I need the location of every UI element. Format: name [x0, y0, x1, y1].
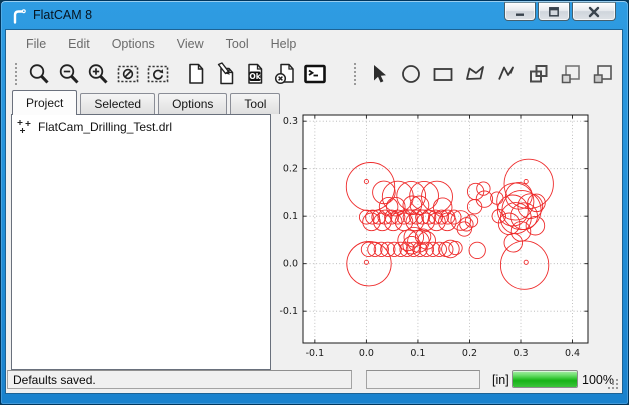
menu-bar: File Edit Options View Tool Help — [7, 31, 621, 57]
replot-icon — [146, 62, 170, 86]
edit-geometry-button[interactable] — [213, 60, 239, 88]
polygon-intersection-button[interactable] — [557, 60, 585, 88]
intersection-icon — [559, 62, 583, 86]
drill-file-icon — [17, 119, 32, 134]
progress-bar — [512, 370, 578, 388]
add-circle-button[interactable] — [397, 60, 425, 88]
toolbar-drag-handle[interactable] — [15, 63, 20, 85]
edit-document-icon — [214, 62, 238, 86]
menu-tool[interactable]: Tool — [215, 31, 260, 57]
clear-plot-button[interactable] — [115, 60, 141, 88]
new-document-icon — [184, 62, 208, 86]
tab-options[interactable]: Options — [158, 93, 227, 114]
replot-button[interactable] — [145, 60, 171, 88]
menu-edit[interactable]: Edit — [57, 31, 101, 57]
tree-item-label: FlatCam_Drilling_Test.drl — [38, 120, 172, 134]
maximize-button[interactable] — [538, 2, 570, 21]
units-label: [in] — [492, 370, 509, 389]
add-path-button[interactable] — [493, 60, 521, 88]
window-title: FlatCAM 8 — [33, 8, 92, 22]
path-icon — [495, 62, 519, 86]
new-blank-geometry-button[interactable] — [183, 60, 209, 88]
subtraction-icon — [591, 62, 615, 86]
status-message: Defaults saved. — [7, 370, 352, 389]
plot-svg[interactable]: -0.1 0.0 0.1 0.2 0.3 0.4 -0.1 0.0 0.1 0.2 0.3 — [268, 96, 625, 370]
zoom-fit-button[interactable] — [26, 60, 52, 88]
maximize-icon — [547, 6, 561, 18]
tab-project[interactable]: Project — [12, 90, 77, 115]
svg-text:0.3: 0.3 — [283, 116, 298, 127]
menu-options[interactable]: Options — [101, 31, 166, 57]
svg-text:0.1: 0.1 — [410, 348, 425, 359]
svg-text:0.2: 0.2 — [462, 348, 477, 359]
menu-view[interactable]: View — [166, 31, 215, 57]
svg-text:-0.1: -0.1 — [306, 348, 325, 359]
minimize-button[interactable] — [504, 2, 536, 21]
svg-text:0.4: 0.4 — [565, 348, 580, 359]
add-rectangle-button[interactable] — [429, 60, 457, 88]
svg-text:-0.1: -0.1 — [279, 306, 298, 317]
flatcam-window: FlatCAM 8 File Edit Options View Tool — [0, 0, 629, 405]
cancel-edit-button[interactable] — [272, 60, 298, 88]
minimize-icon — [513, 6, 527, 18]
ok-document-icon: Ok — [243, 62, 267, 86]
clear-plot-icon — [116, 62, 140, 86]
svg-text:0.0: 0.0 — [359, 348, 374, 359]
draw-toolbar-drag-handle[interactable] — [354, 63, 359, 85]
menu-help[interactable]: Help — [260, 31, 308, 57]
left-panel-tabs: Project Selected Options Tool — [12, 90, 283, 115]
client-area: File Edit Options View Tool Help — [5, 29, 623, 394]
menu-file[interactable]: File — [15, 31, 57, 57]
tab-tool-label: Tool — [244, 97, 266, 111]
update-geometry-button[interactable]: Ok — [243, 60, 269, 88]
circle-icon — [399, 62, 423, 86]
polygon-icon — [463, 62, 487, 86]
polygon-subtraction-button[interactable] — [589, 60, 617, 88]
tab-selected[interactable]: Selected — [80, 93, 155, 114]
union-icon — [527, 62, 551, 86]
close-icon — [587, 6, 601, 18]
svg-text:0.2: 0.2 — [283, 164, 298, 175]
select-tool-button[interactable] — [365, 60, 393, 88]
svg-text:0.3: 0.3 — [513, 348, 528, 359]
svg-text:0.1: 0.1 — [283, 211, 298, 222]
resize-grip[interactable] — [606, 377, 619, 390]
close-button[interactable] — [572, 2, 616, 21]
shell-icon — [303, 62, 327, 86]
svg-text:Ok: Ok — [250, 72, 262, 81]
title-bar[interactable]: FlatCAM 8 — [1, 1, 628, 29]
tab-project-label: Project — [26, 96, 63, 110]
zoom-in-button[interactable] — [85, 60, 111, 88]
progress-bar-fill — [513, 371, 577, 387]
zoom-out-icon — [57, 62, 81, 86]
tab-options-label: Options — [172, 97, 213, 111]
rectangle-icon — [431, 62, 455, 86]
tree-item-drill-file[interactable]: FlatCam_Drilling_Test.drl — [12, 115, 270, 134]
pointer-icon — [367, 62, 391, 86]
shell-button[interactable] — [302, 60, 328, 88]
zoom-in-icon — [86, 62, 110, 86]
svg-text:0.0: 0.0 — [283, 259, 298, 270]
toolbar: Ok — [7, 57, 621, 91]
project-tree[interactable]: FlatCam_Drilling_Test.drl — [11, 114, 271, 370]
plot-area[interactable]: -0.1 0.0 0.1 0.2 0.3 0.4 -0.1 0.0 0.1 0.2 0.3 — [268, 96, 625, 370]
tab-selected-label: Selected — [94, 97, 141, 111]
zoom-fit-icon — [27, 62, 51, 86]
status-field-2 — [366, 370, 480, 389]
polygon-union-button[interactable] — [525, 60, 553, 88]
status-bar: Defaults saved. [in] 100% — [6, 367, 622, 393]
add-polygon-button[interactable] — [461, 60, 489, 88]
cancel-document-icon — [273, 62, 297, 86]
draw-toolbar-group — [346, 60, 621, 88]
flatcam-logo-icon — [10, 7, 28, 25]
zoom-out-button[interactable] — [56, 60, 82, 88]
